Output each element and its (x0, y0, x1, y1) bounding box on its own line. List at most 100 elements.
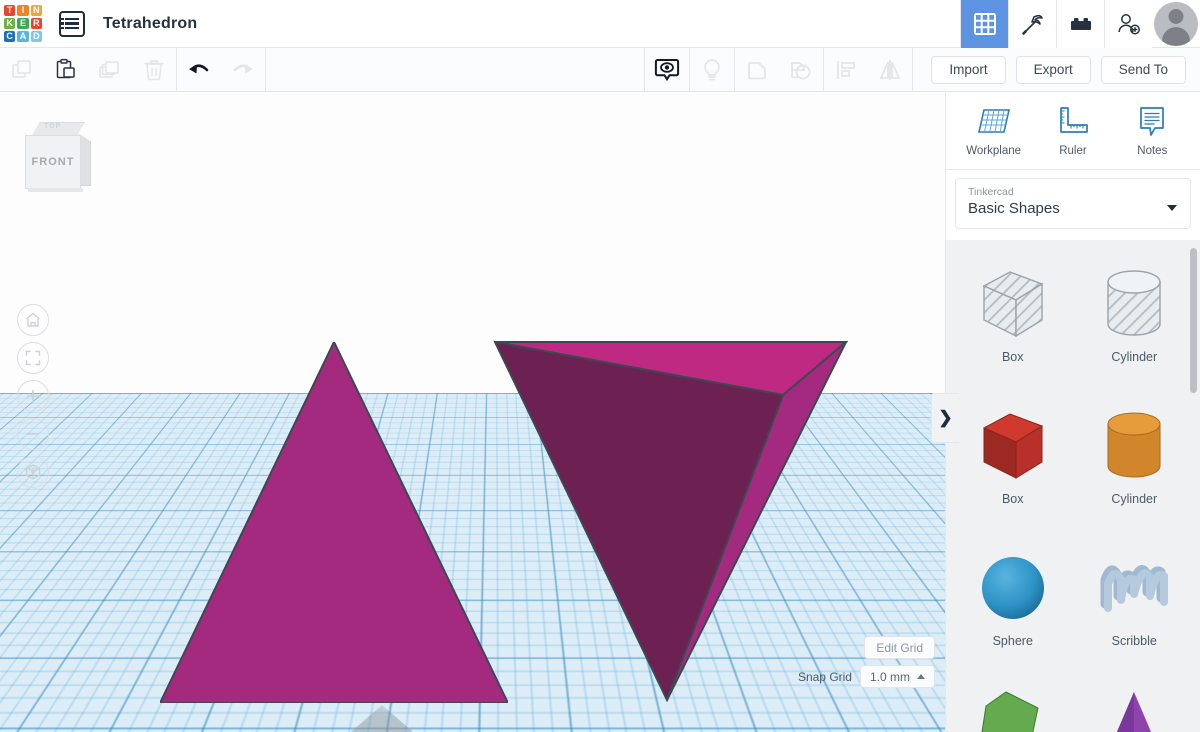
shape-item-sphere[interactable]: Sphere (952, 532, 1074, 674)
shape-grid: Box Cylinder Box Cylinder Sphere Scribbl… (946, 240, 1200, 732)
delete-button[interactable] (132, 48, 176, 92)
history-tool-group (177, 48, 265, 92)
view-cube-front-face[interactable]: FRONT (25, 135, 81, 189)
toolbar-divider (265, 47, 266, 92)
zoom-out-button[interactable] (17, 418, 49, 450)
snap-grid-select[interactable]: 1.0 mm (859, 665, 935, 688)
collapse-panel-button[interactable]: ❯ (931, 393, 959, 443)
paste-button[interactable] (44, 48, 88, 92)
undo-button[interactable] (177, 48, 221, 92)
panel-scrollbar[interactable] (1190, 248, 1197, 732)
logo-tile-t: T (4, 4, 16, 16)
solid-view-button[interactable] (645, 48, 689, 92)
shape-label: Cylinder (1111, 350, 1158, 364)
perspective-toggle-button[interactable] (17, 456, 49, 488)
snap-grid-value: 1.0 mm (869, 669, 910, 684)
collection-name: Basic Shapes (968, 200, 1060, 217)
group-button[interactable] (735, 48, 779, 92)
fit-to-view-button[interactable] (17, 342, 49, 374)
ungroup-button[interactable] (779, 48, 823, 92)
view-cube-base (28, 188, 83, 192)
top-bar-right-group (960, 0, 1200, 48)
menu-line (61, 17, 79, 21)
copy-button[interactable] (0, 48, 44, 92)
shape-item-box-hole[interactable]: Box (952, 248, 1074, 390)
snap-grid-label: Snap Grid (797, 669, 852, 684)
caret-up-icon (917, 674, 925, 679)
shape-item-scribble[interactable]: Scribble (1074, 532, 1196, 674)
navigation-buttons (17, 304, 49, 488)
avatar-image (1154, 1, 1198, 46)
mirror-button[interactable] (868, 48, 912, 92)
tinkercad-logo[interactable]: T I N K E R C A D (1, 2, 45, 46)
sphere-icon (970, 546, 1056, 632)
grid-controls: Edit Grid Snap Grid 1.0 mm (798, 636, 935, 688)
duplicate-button[interactable] (88, 48, 132, 92)
logo-tile-a: A (17, 31, 29, 43)
workplane-tool[interactable]: Workplane (958, 105, 1030, 157)
shape-library-scroll[interactable]: Box Cylinder Box Cylinder Sphere Scribbl… (946, 240, 1200, 732)
logo-tile-k: K (4, 17, 16, 30)
cylinder-solid-icon (1091, 404, 1177, 490)
lego-brick-icon[interactable] (1056, 0, 1104, 48)
ruler-tool-label: Ruler (1059, 145, 1087, 157)
notes-tool[interactable]: Notes (1116, 105, 1188, 157)
collection-sub-label: Tinkercad (968, 186, 1014, 198)
export-button[interactable]: Export (1015, 55, 1091, 84)
ruler-tool[interactable]: Ruler (1037, 105, 1109, 157)
import-button[interactable]: Import (931, 55, 1006, 84)
shape-item-box-solid[interactable]: Box (952, 390, 1074, 532)
cone-icon (1091, 688, 1177, 732)
home-view-button[interactable] (17, 304, 49, 336)
top-bar: T I N K E R C A D Tetrahedron (0, 0, 1200, 48)
tetrahedron-inverted[interactable] (493, 340, 849, 703)
workplane-tool-label: Workplane (966, 145, 1022, 157)
polyhedron-icon (970, 688, 1056, 732)
shape-item-cylinder-solid[interactable]: Cylinder (1074, 390, 1196, 532)
edit-grid-button[interactable]: Edit Grid (864, 636, 935, 659)
panel-tools-row: Workplane Ruler Notes (946, 93, 1200, 170)
list-menu-icon[interactable] (59, 10, 85, 37)
snap-grid-row: Snap Grid 1.0 mm (798, 665, 935, 688)
shape-collection-select[interactable]: Tinkercad Basic Shapes (955, 178, 1191, 229)
shapes-panel: Workplane Ruler Notes Tinkercad Basic Sh… (945, 93, 1200, 732)
cylinder-hole-icon (1091, 262, 1177, 348)
shape-label: Cylinder (1111, 492, 1158, 506)
panel-scrollbar-thumb[interactable] (1190, 248, 1197, 393)
menu-line (61, 22, 79, 25)
logo-tile-d: D (30, 31, 42, 43)
shape-label: Box (1001, 350, 1024, 364)
shape-item-cone[interactable] (1074, 674, 1196, 732)
send-to-button[interactable]: Send To (1100, 55, 1186, 84)
zoom-in-button[interactable] (17, 380, 49, 412)
light-button[interactable] (690, 48, 734, 92)
workplane-grid-icon (977, 109, 1010, 133)
editor-toolbar: Import Export Send To (0, 47, 1200, 92)
shape-item-polyhedron[interactable] (952, 674, 1074, 732)
3d-viewport[interactable]: TOP FRONT Edit Grid Snap Grid 1.0 mm (0, 93, 945, 732)
add-person-icon[interactable] (1104, 0, 1152, 48)
grid-apps-icon[interactable] (960, 0, 1008, 48)
avatar[interactable] (1152, 0, 1200, 48)
shape-label: Box (1001, 492, 1024, 506)
logo-tile-i: I (17, 4, 29, 16)
scribble-icon (1091, 546, 1177, 632)
minecraft-pickaxe-icon[interactable] (1008, 0, 1056, 48)
box-hole-icon (970, 262, 1056, 348)
clipboard-tool-group (0, 48, 176, 92)
ruler-icon (1060, 107, 1088, 133)
shape-label: Scribble (1111, 634, 1157, 648)
action-buttons-group: Import Export Send To (931, 55, 1186, 84)
align-button[interactable] (824, 48, 868, 92)
logo-tile-c: C (4, 31, 16, 43)
shape-label: Sphere (992, 634, 1033, 648)
tinkercad-app: T I N K E R C A D Tetrahedron Import Exp… (0, 0, 1200, 732)
page-title: Tetrahedron (103, 14, 198, 32)
redo-button[interactable] (221, 48, 265, 92)
notes-tool-label: Notes (1137, 145, 1168, 157)
view-cube[interactable]: TOP FRONT (25, 122, 91, 192)
tetrahedron-flat[interactable] (158, 339, 510, 704)
notes-bubble-icon (1140, 107, 1165, 136)
chevron-down-icon (1167, 205, 1177, 211)
shape-item-cylinder-hole[interactable]: Cylinder (1074, 248, 1196, 390)
